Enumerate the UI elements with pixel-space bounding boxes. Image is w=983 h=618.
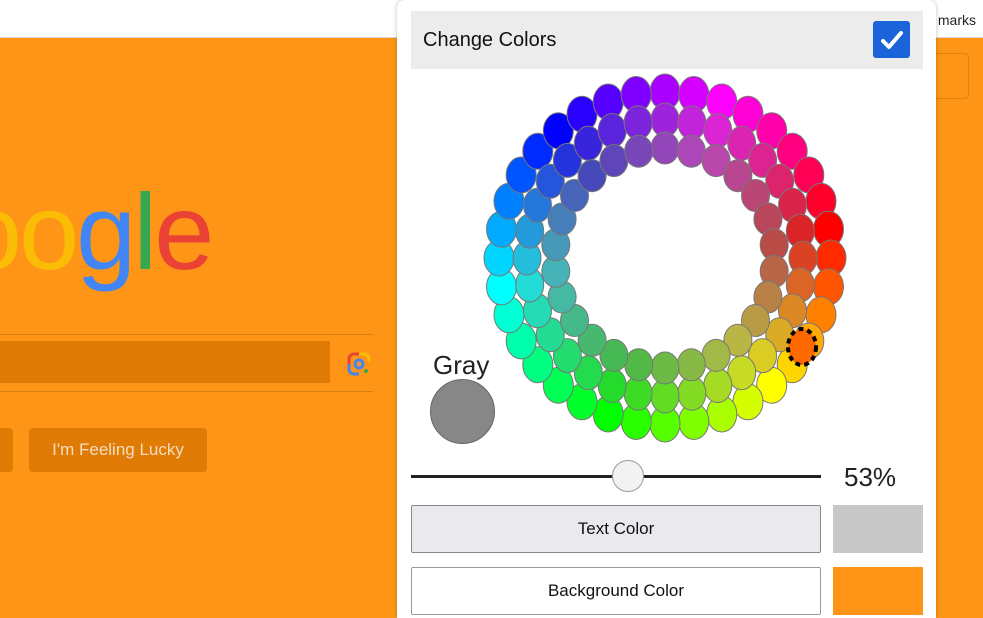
- color-swatch[interactable]: [703, 368, 733, 403]
- logo-letter: l: [133, 171, 157, 292]
- search-button[interactable]: [0, 428, 13, 472]
- feeling-lucky-button[interactable]: I'm Feeling Lucky: [29, 428, 207, 472]
- background-color-swatch: [833, 567, 923, 615]
- color-swatch[interactable]: [623, 375, 653, 411]
- gray-label: Gray: [433, 350, 490, 380]
- text-color-swatch: [833, 505, 923, 553]
- color-swatch[interactable]: [676, 348, 706, 382]
- divider: [0, 391, 373, 392]
- color-swatch[interactable]: [597, 113, 627, 148]
- color-swatch[interactable]: [650, 351, 680, 385]
- gray-swatch[interactable]: [430, 379, 495, 444]
- color-swatch[interactable]: [701, 338, 731, 372]
- divider: [0, 334, 373, 335]
- logo-letter: e: [154, 171, 214, 292]
- color-swatch[interactable]: [624, 348, 654, 382]
- change-colors-panel: Change Colors Gray 53% Text Color Backgr…: [397, 0, 936, 618]
- logo-letter: o: [19, 171, 79, 292]
- logo-letter: g: [76, 171, 136, 292]
- color-swatch[interactable]: [676, 134, 706, 168]
- google-logo: oogle: [0, 171, 214, 292]
- color-swatch[interactable]: [623, 105, 653, 141]
- selected-color-swatch[interactable]: [786, 327, 818, 367]
- search-input[interactable]: [0, 341, 330, 383]
- slider-thumb[interactable]: [612, 460, 645, 492]
- color-swatch[interactable]: [677, 105, 707, 141]
- logo-letter: o: [0, 178, 22, 286]
- background-color-button[interactable]: Background Color: [411, 567, 821, 615]
- text-color-button[interactable]: Text Color: [411, 505, 821, 553]
- percent-label: 53%: [844, 462, 897, 492]
- google-lens-icon[interactable]: [345, 350, 373, 378]
- color-swatch[interactable]: [650, 131, 680, 165]
- color-swatch[interactable]: [624, 134, 654, 168]
- color-swatch[interactable]: [677, 375, 707, 411]
- bookmarks-label[interactable]: marks: [938, 12, 976, 28]
- color-swatch[interactable]: [599, 144, 629, 178]
